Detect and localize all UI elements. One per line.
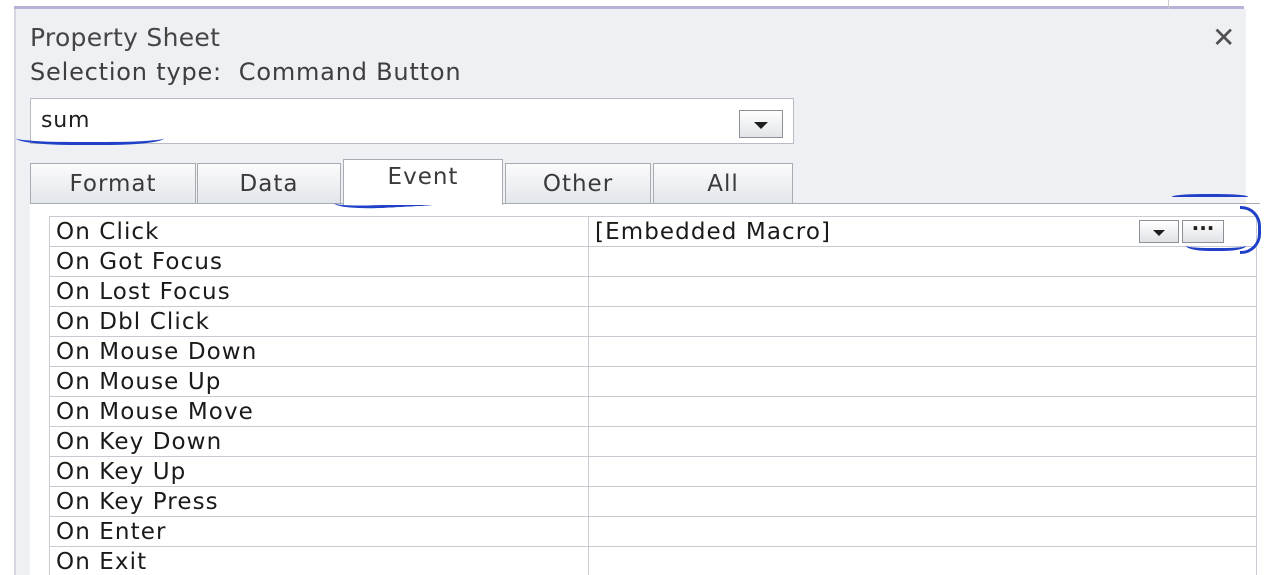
- ellipsis-icon: ···: [1191, 216, 1215, 241]
- annotation-bottom-arc: [1186, 238, 1246, 251]
- property-row[interactable]: On Key Press: [49, 486, 1257, 517]
- property-value-cell[interactable]: [Embedded Macro] ···: [588, 216, 1257, 247]
- property-value: [Embedded Macro]: [595, 218, 832, 245]
- property-name: On Mouse Up: [49, 366, 589, 397]
- property-value-cell[interactable]: [588, 546, 1257, 575]
- property-name: On Got Focus: [49, 246, 589, 277]
- property-value-cell[interactable]: [588, 456, 1257, 487]
- tab-other[interactable]: Other: [505, 163, 651, 203]
- property-value-cell[interactable]: [588, 426, 1257, 457]
- selection-type-label: Selection type: Command Button: [30, 58, 462, 86]
- property-row[interactable]: On Key Up: [49, 456, 1257, 487]
- property-value-cell[interactable]: [588, 516, 1257, 547]
- annotation-top-arc: [1172, 194, 1248, 201]
- panel-title: Property Sheet: [30, 23, 221, 52]
- property-row[interactable]: On Mouse Down: [49, 336, 1257, 367]
- screenshot-frame: Property Sheet ✕ Selection type: Command…: [0, 0, 1267, 575]
- property-sheet-panel: Property Sheet ✕ Selection type: Command…: [14, 9, 1260, 575]
- property-grid: On Click [Embedded Macro] ··· On Got Focus O…: [49, 216, 1257, 575]
- chevron-down-icon: [754, 122, 768, 129]
- property-name: On Exit: [49, 546, 589, 575]
- property-value-cell[interactable]: [588, 246, 1257, 277]
- annotation-underline-selector: [16, 128, 164, 145]
- property-row[interactable]: On Key Down: [49, 426, 1257, 457]
- property-row[interactable]: On Got Focus: [49, 246, 1257, 277]
- property-row[interactable]: On Lost Focus: [49, 276, 1257, 307]
- tab-all[interactable]: All: [653, 163, 793, 203]
- property-name: On Key Up: [49, 456, 589, 487]
- property-value-cell[interactable]: [588, 396, 1257, 427]
- property-row[interactable]: On Exit: [49, 546, 1257, 575]
- property-name: On Key Down: [49, 426, 589, 457]
- property-value-cell[interactable]: [588, 336, 1257, 367]
- property-row[interactable]: On Enter: [49, 516, 1257, 547]
- property-name: On Lost Focus: [49, 276, 589, 307]
- property-name: On Enter: [49, 516, 589, 547]
- property-row[interactable]: On Mouse Move: [49, 396, 1257, 427]
- property-row[interactable]: On Mouse Up: [49, 366, 1257, 397]
- tab-data[interactable]: Data: [197, 163, 341, 203]
- chevron-down-icon: [1153, 229, 1165, 236]
- property-value-cell[interactable]: [588, 366, 1257, 397]
- property-row[interactable]: On Dbl Click: [49, 306, 1257, 337]
- property-name: On Key Press: [49, 486, 589, 517]
- property-name: On Mouse Move: [49, 396, 589, 427]
- object-selector-dropdown-button[interactable]: [739, 110, 783, 138]
- property-value-cell[interactable]: [588, 486, 1257, 517]
- property-name: On Mouse Down: [49, 336, 589, 367]
- property-name: On Click: [49, 216, 589, 247]
- property-value-cell[interactable]: [588, 306, 1257, 337]
- property-row[interactable]: On Click [Embedded Macro] ···: [49, 216, 1257, 247]
- property-grid-area: On Click [Embedded Macro] ··· On Got Focus O…: [30, 203, 1260, 575]
- on-click-dropdown-button[interactable]: [1139, 220, 1179, 243]
- tab-format[interactable]: Format: [30, 163, 196, 203]
- tab-event[interactable]: Event: [343, 159, 503, 205]
- property-value-cell[interactable]: [588, 276, 1257, 307]
- property-name: On Dbl Click: [49, 306, 589, 337]
- close-icon[interactable]: ✕: [1212, 21, 1235, 54]
